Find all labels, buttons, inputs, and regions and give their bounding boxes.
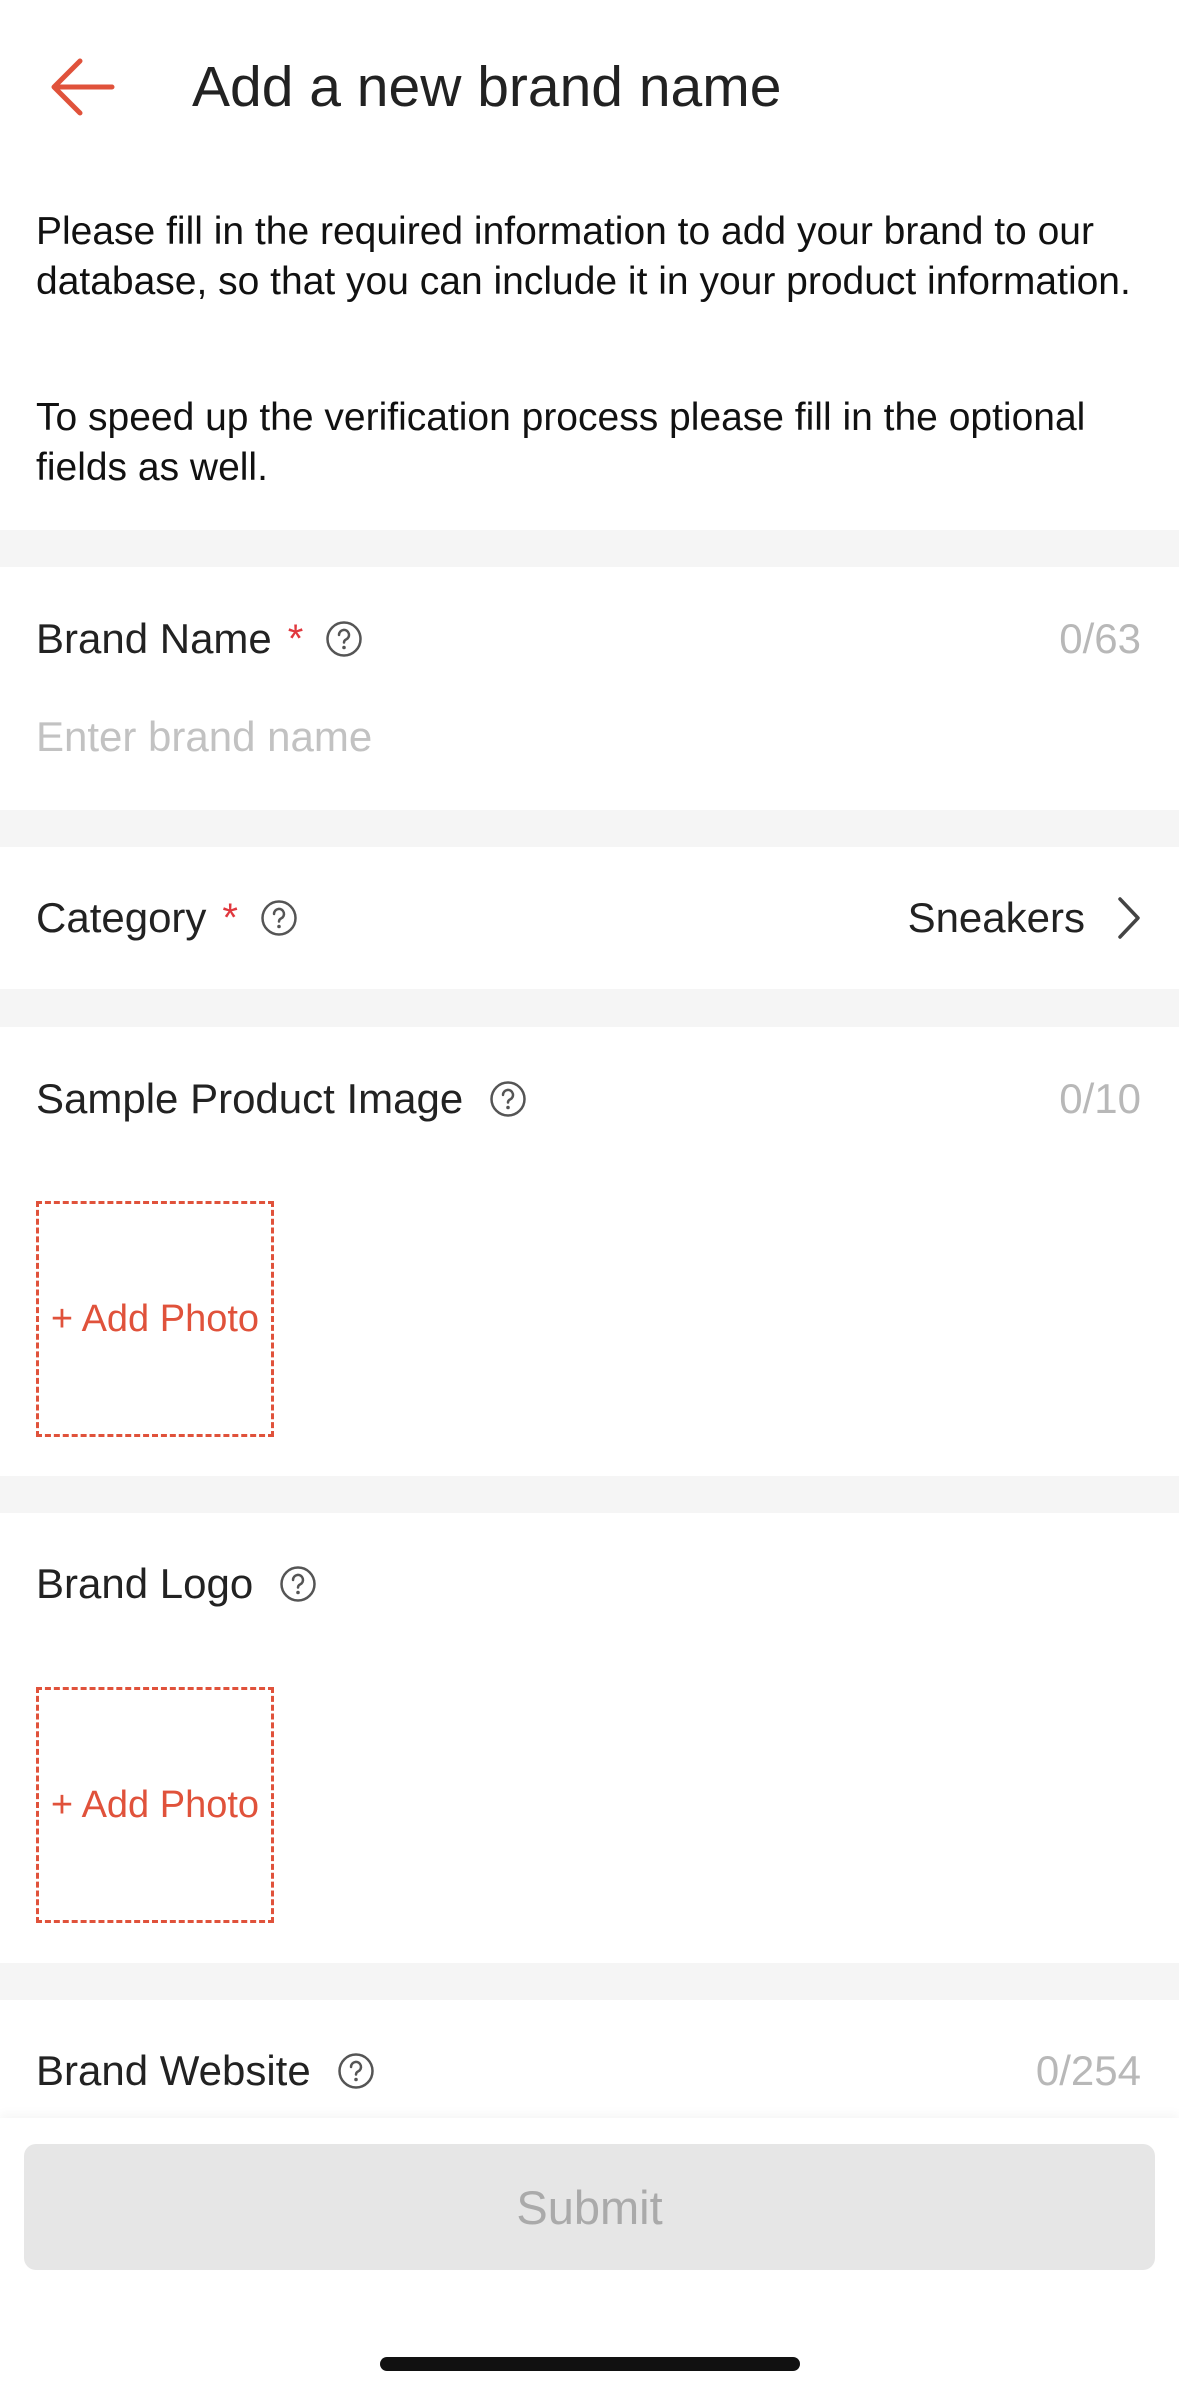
app-header: Add a new brand name: [0, 0, 1179, 168]
add-logo-photo-button[interactable]: + Add Photo: [36, 1687, 274, 1923]
intro-paragraph: Please fill in the required information …: [36, 210, 1131, 303]
category-value: Sneakers: [907, 894, 1085, 941]
brand-name-label: Brand Name: [36, 615, 272, 662]
help-icon[interactable]: [325, 620, 363, 658]
sample-image-label-row: Sample Product Image: [36, 1071, 527, 1127]
sample-image-label: Sample Product Image: [36, 1075, 464, 1122]
add-photo-label: + Add Photo: [50, 1297, 260, 1340]
back-button[interactable]: [46, 52, 120, 122]
add-photo-label: + Add Photo: [50, 1783, 260, 1826]
sample-image-counter: 0/10: [1059, 1075, 1141, 1122]
help-icon[interactable]: [337, 2052, 375, 2090]
brand-name-input[interactable]: [36, 709, 1136, 765]
brand-logo-label-row: Brand Logo: [36, 1556, 317, 1612]
submit-button[interactable]: Submit: [24, 2144, 1155, 2270]
brand-name-counter: 0/63: [1059, 615, 1141, 662]
brand-logo-label: Brand Logo: [36, 1560, 254, 1607]
help-icon[interactable]: [260, 899, 298, 937]
category-field[interactable]: Category * Sneakers: [0, 847, 1179, 989]
category-label: Category: [36, 894, 207, 941]
required-mark: *: [287, 617, 304, 661]
bottom-action-bar: Submit: [0, 2118, 1179, 2290]
sample-product-image-field: Sample Product Image 0/10 + Add Photo: [0, 1027, 1179, 1476]
home-indicator-area: [0, 2290, 1179, 2396]
brand-name-label-row: Brand Name *: [36, 611, 363, 667]
intro-section: Please fill in the required information …: [0, 168, 1179, 530]
brand-name-field: Brand Name * 0/63: [0, 567, 1179, 810]
add-sample-photo-button[interactable]: + Add Photo: [36, 1201, 274, 1437]
home-indicator[interactable]: [380, 2357, 800, 2371]
page-title: Add a new brand name: [192, 55, 782, 119]
arrow-left-icon: [51, 58, 115, 116]
brand-website-label-row: Brand Website: [36, 2043, 375, 2099]
help-icon[interactable]: [279, 1565, 317, 1603]
brand-website-label: Brand Website: [36, 2047, 311, 2094]
intro-paragraph-optional: To speed up the verification process ple…: [36, 396, 1086, 489]
help-icon[interactable]: [489, 1080, 527, 1118]
chevron-right-icon: [1118, 897, 1140, 939]
required-mark: *: [222, 896, 238, 940]
brand-website-counter: 0/254: [1035, 2047, 1141, 2094]
brand-logo-field: Brand Logo + Add Photo: [0, 1513, 1179, 1963]
category-label-row: Category *: [36, 890, 298, 946]
